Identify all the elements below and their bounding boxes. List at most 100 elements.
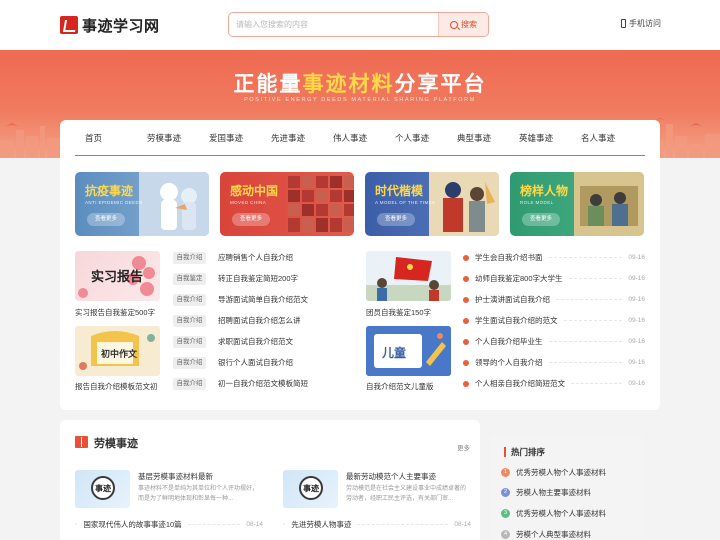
essay-illustration: 初中作文 xyxy=(75,326,160,376)
dashed-divider xyxy=(563,320,623,321)
tile-more-button[interactable]: 查看更多 xyxy=(232,213,271,226)
list-item[interactable]: 领导的个人自我介绍 09-16 xyxy=(463,356,645,369)
article-date: 09-16 xyxy=(628,275,645,282)
ranking-item-title[interactable]: 优秀劳模人物个人事迹材料 xyxy=(516,467,606,478)
article-date: 09-16 xyxy=(628,380,645,387)
feature-title[interactable]: 最新劳动模范个人主要事迹 xyxy=(346,471,436,482)
rank-number: 1 xyxy=(501,467,510,477)
list-item[interactable]: · 先进劳模人物事迹 08-14 xyxy=(283,518,471,530)
ranking-item[interactable]: 4 劳模个人典型事迹材料 xyxy=(501,528,591,540)
article-title[interactable]: 个人相亲自我介绍简短范文 xyxy=(475,378,565,389)
ranking-item-title[interactable]: 劳模人物主要事迹材料 xyxy=(516,487,591,498)
nav-item-patriotic[interactable]: 爱国事迹 xyxy=(209,132,271,144)
thumb-caption[interactable]: 自我介绍范文儿童版 xyxy=(366,381,434,392)
article-title[interactable]: 学生面试自我介绍的范文 xyxy=(475,315,558,326)
list-item[interactable]: 学生会自我介绍书面 09-16 xyxy=(463,251,645,264)
article-title[interactable]: 领导的个人自我介绍 xyxy=(475,357,543,368)
nav-item-celebrity[interactable]: 名人事迹 xyxy=(581,132,643,144)
tile-more-button[interactable]: 查看更多 xyxy=(87,213,126,226)
article-title[interactable]: 个人自我介绍毕业生 xyxy=(475,336,543,347)
article-title[interactable]: 导游面试简单自我介绍范文 xyxy=(218,294,308,305)
ranking-item[interactable]: 1 优秀劳模人物个人事迹材料 xyxy=(501,466,606,478)
article-title[interactable]: 求职面试自我介绍范文 xyxy=(218,336,293,347)
ranking-item[interactable]: 2 劳模人物主要事迹材料 xyxy=(501,486,591,498)
phone-icon xyxy=(621,19,626,28)
tile-anti-epidemic[interactable]: 抗疫事迹 ANTI EPIDEMIC DEEDS 查看更多 xyxy=(75,172,209,236)
list-item[interactable]: 学生面试自我介绍的范文 09-16 xyxy=(463,314,645,327)
tile-title: 感动中国 xyxy=(230,184,279,198)
thumb-children[interactable]: 儿童 xyxy=(366,326,451,376)
thumb-junior-essay[interactable]: 初中作文 xyxy=(75,326,160,376)
nav-item-great-people[interactable]: 伟人事迹 xyxy=(333,132,395,144)
list-item[interactable]: 自我介绍 招聘面试自我介绍怎么讲 xyxy=(173,314,301,327)
tile-moved-china[interactable]: 感动中国 MOVED CHINA 查看更多 xyxy=(220,172,354,236)
article-title[interactable]: 幼师自我鉴定800字大学生 xyxy=(475,273,563,284)
list-item[interactable]: 自我介绍 导游面试简单自我介绍范文 xyxy=(173,293,308,306)
list-item[interactable]: 个人自我介绍毕业生 09-16 xyxy=(463,335,645,348)
list-item[interactable]: 自我介绍 应聘销售个人自我介绍 xyxy=(173,251,293,264)
search-button[interactable]: 搜索 xyxy=(438,13,488,36)
report-illustration: 实习报告 xyxy=(78,256,155,298)
thumb-caption[interactable]: 报告自我介绍模板范文初 xyxy=(75,381,158,392)
article-title[interactable]: 学生会自我介绍书面 xyxy=(475,252,543,263)
faces-collage-illustration xyxy=(288,176,354,232)
svg-text:儿童: 儿童 xyxy=(381,345,406,360)
nav-item-personal[interactable]: 个人事迹 xyxy=(395,132,457,144)
ranking-item-title[interactable]: 劳模个人典型事迹材料 xyxy=(516,529,591,540)
list-item[interactable]: 自我介绍 银行个人面试自我介绍 xyxy=(173,356,293,369)
tile-model-of-times[interactable]: 时代楷模 A MODEL OF THE TIMES 查看更多 xyxy=(365,172,499,236)
rank-number: 3 xyxy=(501,508,510,518)
nav-item-model-worker[interactable]: 劳模事迹 xyxy=(147,132,209,144)
tile-role-model[interactable]: 榜样人物 ROLE MODEL 查看更多 xyxy=(510,172,644,236)
thumb-internship-report[interactable]: 实习报告 xyxy=(75,251,160,301)
thumb-caption[interactable]: 实习报告自我鉴定500字 xyxy=(75,307,155,318)
mobile-access-label: 手机访问 xyxy=(629,19,661,28)
list-item[interactable]: 自我鉴定 转正自我鉴定简短200字 xyxy=(173,272,298,285)
svg-text:初中作文: 初中作文 xyxy=(101,348,138,359)
list-item[interactable]: 护士演讲面试自我介绍 09-16 xyxy=(463,293,645,306)
nav-item-advanced[interactable]: 先进事迹 xyxy=(271,132,333,144)
category-tag: 自我介绍 xyxy=(173,314,206,327)
tile-subtitle: ANTI EPIDEMIC DEEDS xyxy=(85,200,143,205)
list-item[interactable]: 幼师自我鉴定800字大学生 09-16 xyxy=(463,272,645,285)
search-input[interactable] xyxy=(229,13,438,36)
title-accent-bar xyxy=(504,447,506,457)
article-title[interactable]: 银行个人面试自我介绍 xyxy=(218,357,293,368)
list-item[interactable]: · 国家现代伟人的故事事迹10篇 08-14 xyxy=(75,518,263,530)
dashed-divider xyxy=(568,278,623,279)
thumb-league-member[interactable] xyxy=(366,251,451,301)
article-title[interactable]: 先进劳模人物事迹 xyxy=(291,519,351,530)
article-title[interactable]: 应聘销售个人自我介绍 xyxy=(218,252,293,263)
nav-item-typical[interactable]: 典型事迹 xyxy=(457,132,519,144)
list-item[interactable]: 自我介绍 求职面试自我介绍范文 xyxy=(173,335,293,348)
nav-divider xyxy=(75,155,645,156)
mobile-access-link[interactable]: 手机访问 xyxy=(621,18,661,29)
nav-item-hero[interactable]: 英雄事迹 xyxy=(519,132,581,144)
list-item[interactable]: 个人相亲自我介绍简短范文 09-16 xyxy=(463,377,645,390)
site-logo[interactable]: 事迹学习网 xyxy=(60,14,160,36)
more-link[interactable]: 更多 xyxy=(457,442,470,452)
ranking-item-title[interactable]: 优秀劳模人物个人事迹材料 xyxy=(516,508,606,519)
thumb-caption[interactable]: 团员自我鉴定150字 xyxy=(366,307,431,318)
feature-title[interactable]: 基层劳模事迹材料最新 xyxy=(138,471,213,482)
dashed-divider xyxy=(187,523,241,525)
article-title[interactable]: 转正自我鉴定简短200字 xyxy=(218,273,298,284)
nav-item-home[interactable]: 首页 xyxy=(85,132,147,144)
tile-more-button[interactable]: 查看更多 xyxy=(377,213,416,226)
category-tag: 自我介绍 xyxy=(173,335,206,348)
feature-thumb[interactable]: 事迹 xyxy=(283,470,338,508)
feature-thumb[interactable]: 事迹 xyxy=(75,470,130,508)
book-logo-icon xyxy=(60,16,78,34)
tile-more-button[interactable]: 查看更多 xyxy=(522,213,561,226)
flag-illustration xyxy=(366,251,451,301)
article-title[interactable]: 招聘面试自我介绍怎么讲 xyxy=(218,315,301,326)
ranking-item[interactable]: 3 优秀劳模人物个人事迹材料 xyxy=(501,507,606,519)
list-item[interactable]: 自我介绍 初一自我介绍范文模板简短 xyxy=(173,377,308,390)
article-title[interactable]: 初一自我介绍范文模板简短 xyxy=(218,378,308,389)
article-title[interactable]: 护士演讲面试自我介绍 xyxy=(475,294,550,305)
children-illustration: 儿童 xyxy=(366,326,451,376)
tile-title: 时代楷模 xyxy=(375,184,424,198)
category-tag: 自我鉴定 xyxy=(173,272,206,285)
article-title[interactable]: 国家现代伟人的故事事迹10篇 xyxy=(83,519,181,530)
tile-subtitle: ROLE MODEL xyxy=(520,200,554,205)
